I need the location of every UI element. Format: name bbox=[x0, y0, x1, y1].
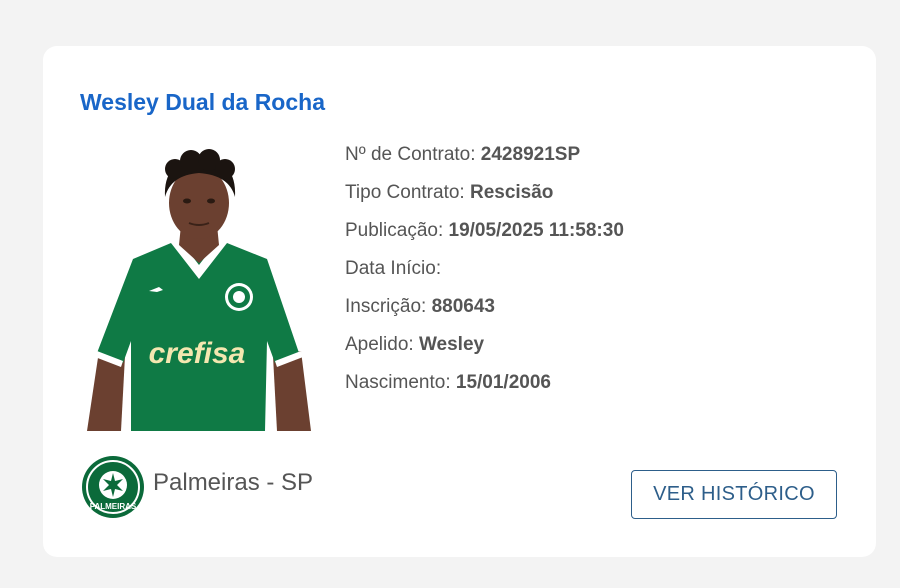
detail-start-date: Data Início: bbox=[345, 258, 442, 279]
player-name[interactable]: Wesley Dual da Rocha bbox=[80, 89, 325, 116]
club-name: Palmeiras - SP bbox=[153, 469, 314, 496]
detail-contract-number: Nº de Contrato: 2428921SP bbox=[345, 144, 581, 165]
view-history-button[interactable]: VER HISTÓRICO bbox=[631, 470, 837, 519]
detail-registration: Inscrição: 880643 bbox=[345, 296, 495, 317]
detail-publication: Publicação: 19/05/2025 11:58:30 bbox=[345, 220, 624, 241]
contract-details-list: Nº de Contrato: 2428921SP Tipo Contrato:… bbox=[345, 141, 624, 407]
palmeiras-crest-icon: PALMEIRAS bbox=[82, 456, 144, 518]
detail-birth-date: Nascimento: 15/01/2006 bbox=[345, 372, 551, 393]
detail-nickname: Apelido: Wesley bbox=[345, 334, 485, 355]
shirt-sponsor: crefisa bbox=[149, 337, 246, 370]
detail-contract-type: Tipo Contrato: Rescisão bbox=[345, 182, 554, 203]
club-info: PALMEIRAS Palmeiras - SP bbox=[81, 454, 313, 520]
player-card: Wesley Dual da Rocha crefisa Nº de Contr… bbox=[43, 46, 876, 557]
player-photo: crefisa bbox=[79, 141, 319, 431]
club-logo-text: PALMEIRAS bbox=[90, 502, 137, 511]
